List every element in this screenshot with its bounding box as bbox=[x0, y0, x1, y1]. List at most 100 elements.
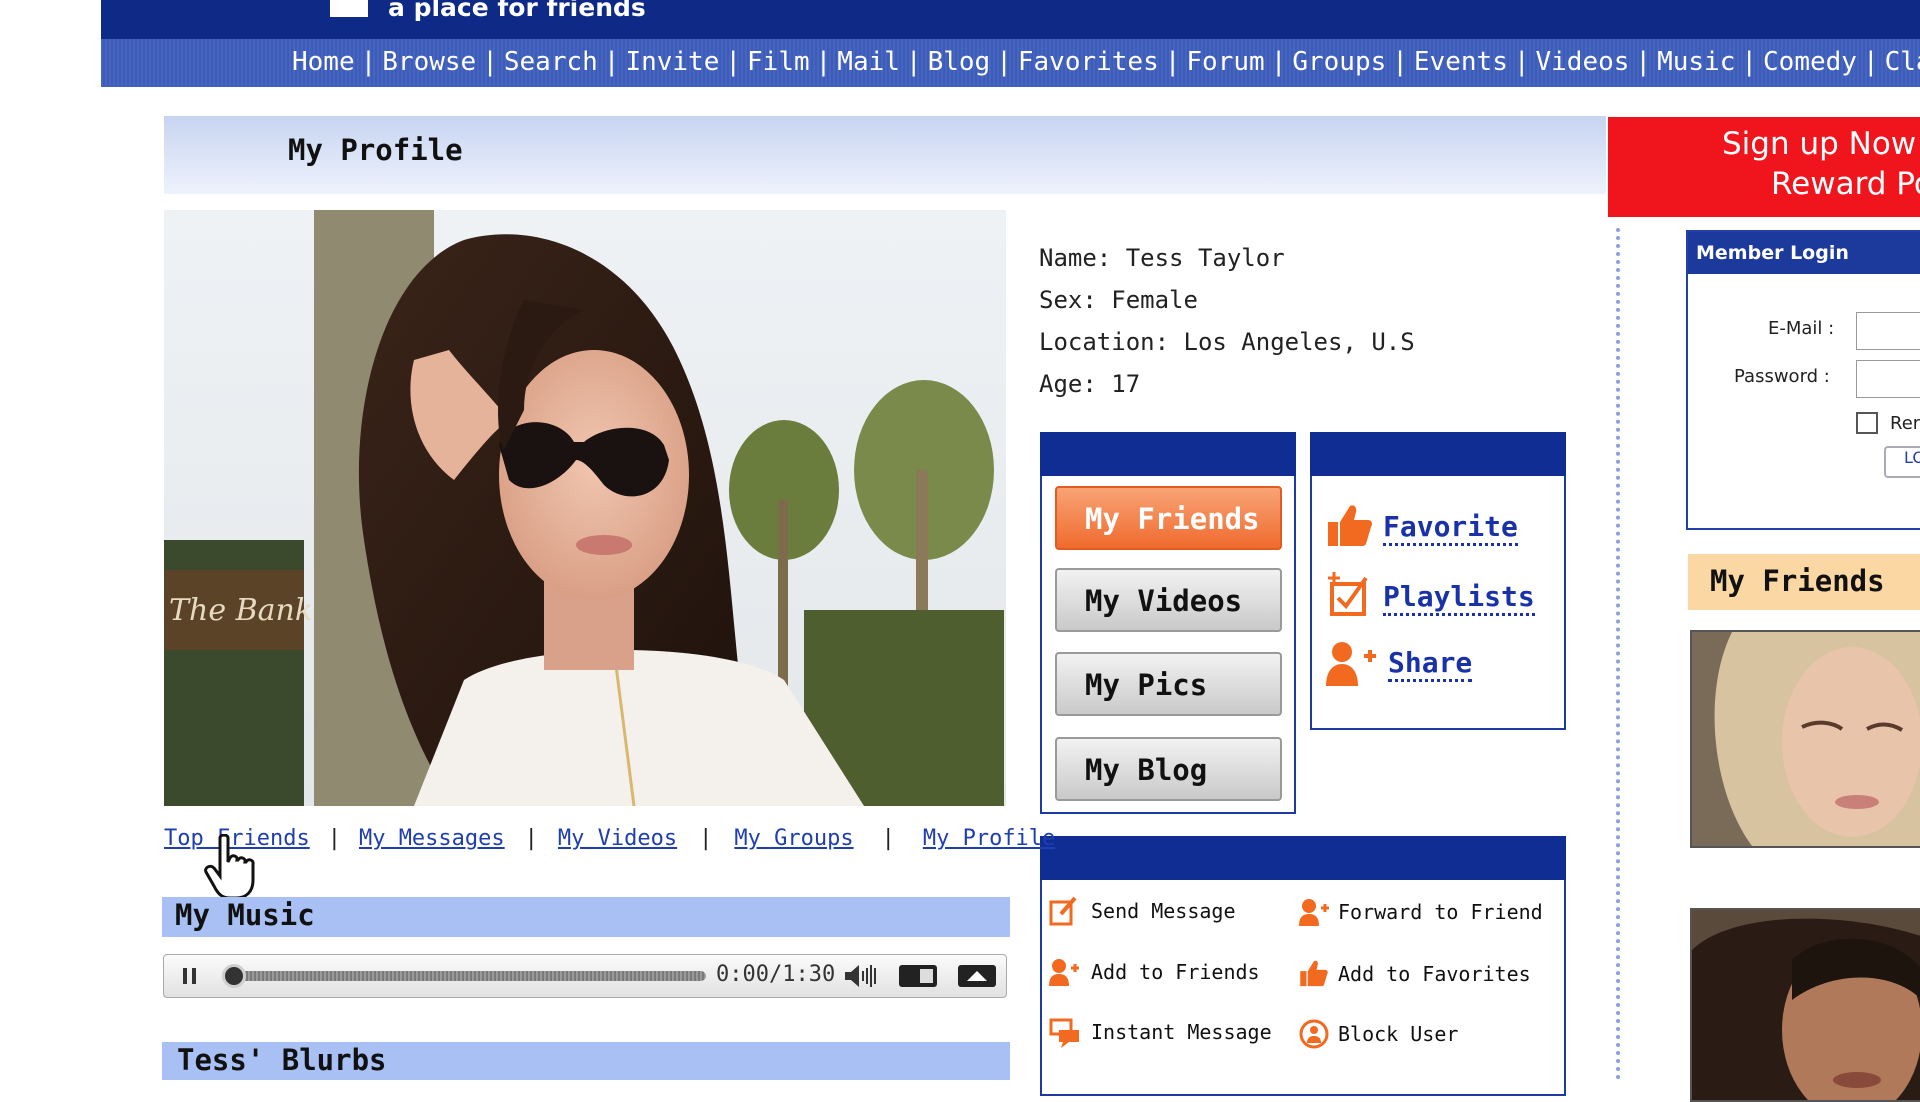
my-videos-button[interactable]: My Videos bbox=[1055, 568, 1282, 632]
expand-icon[interactable] bbox=[957, 964, 997, 988]
profile-name: Name: Tess Taylor bbox=[1039, 244, 1285, 272]
profile-nav-box-header bbox=[1040, 432, 1296, 476]
popout-icon[interactable] bbox=[898, 964, 938, 988]
nav-separator: | bbox=[603, 47, 620, 77]
add-friend-icon bbox=[1049, 959, 1079, 986]
playlists-link[interactable]: Playlists bbox=[1383, 580, 1535, 616]
password-field[interactable] bbox=[1856, 360, 1920, 398]
site-header bbox=[101, 0, 1920, 39]
nav-browse[interactable]: Browse bbox=[382, 47, 476, 77]
link-separator: | bbox=[699, 826, 713, 851]
site-tagline: a place for friends bbox=[388, 0, 646, 22]
forward-user-icon bbox=[1299, 899, 1329, 926]
nav-mail[interactable]: Mail bbox=[837, 47, 900, 77]
playlist-add-icon bbox=[1328, 572, 1368, 616]
block-user-link[interactable]: Block User bbox=[1338, 1022, 1458, 1046]
nav-separator: | bbox=[1392, 47, 1408, 77]
page-title: My Profile bbox=[288, 133, 463, 167]
send-message-link[interactable]: Send Message bbox=[1091, 899, 1236, 923]
profile-photo[interactable]: The Bank bbox=[164, 210, 1006, 806]
favorite-link[interactable]: Favorite bbox=[1383, 510, 1518, 546]
nav-videos[interactable]: Videos bbox=[1536, 47, 1630, 77]
my-music-title: My Music bbox=[175, 898, 315, 932]
add-user-icon bbox=[1326, 642, 1376, 686]
nav-separator: | bbox=[1862, 47, 1879, 77]
compose-icon bbox=[1049, 896, 1077, 926]
pause-icon bbox=[183, 968, 196, 984]
chat-bubble-icon bbox=[1049, 1018, 1079, 1048]
nav-separator: | bbox=[360, 47, 377, 77]
add-to-favorites-link[interactable]: Add to Favorites bbox=[1338, 962, 1531, 986]
remember-me-checkbox[interactable] bbox=[1856, 412, 1878, 434]
nav-music[interactable]: Music bbox=[1657, 47, 1735, 77]
seek-handle[interactable] bbox=[222, 964, 246, 988]
instant-message-link[interactable]: Instant Message bbox=[1091, 1020, 1272, 1044]
nav-separator: | bbox=[1741, 47, 1758, 77]
link-separator: | bbox=[881, 826, 895, 851]
photo-sign-text: The Bank bbox=[169, 593, 313, 628]
profile-sex: Sex: Female bbox=[1039, 286, 1198, 314]
my-videos-link[interactable]: My Videos bbox=[558, 826, 677, 851]
profile-location: Location: Los Angeles, U.S bbox=[1039, 328, 1415, 356]
column-divider bbox=[1616, 228, 1620, 1080]
nav-separator: | bbox=[1635, 47, 1652, 77]
nav-separator: | bbox=[996, 47, 1012, 77]
my-profile-link[interactable]: My Profile bbox=[923, 826, 1055, 851]
my-blog-button[interactable]: My Blog bbox=[1055, 737, 1282, 801]
thumbs-up-icon bbox=[1300, 960, 1328, 987]
volume-icon[interactable] bbox=[843, 962, 879, 990]
friend-photo bbox=[1692, 910, 1920, 1100]
my-pics-button[interactable]: My Pics bbox=[1055, 652, 1282, 716]
nav-separator: | bbox=[1513, 47, 1530, 77]
profile-sublinks: Top Friends | My Messages | My Videos | My Gro… bbox=[164, 826, 1055, 851]
signup-banner-line1: Sign up Now a bbox=[1722, 126, 1920, 162]
email-label: E-Mail : bbox=[1768, 318, 1835, 339]
link-separator: | bbox=[327, 826, 341, 851]
my-messages-link[interactable]: My Messages bbox=[359, 826, 505, 851]
friend-thumbnail[interactable] bbox=[1690, 630, 1920, 848]
friend-photo bbox=[1692, 632, 1920, 846]
my-groups-link[interactable]: My Groups bbox=[734, 826, 853, 851]
nav-home[interactable]: Home bbox=[292, 47, 355, 77]
nav-search[interactable]: Search bbox=[504, 47, 598, 77]
time-readout: 0:00/1:30 bbox=[716, 962, 836, 987]
password-label: Password : bbox=[1734, 366, 1830, 387]
nav-separator: | bbox=[1270, 47, 1287, 77]
profile-photo-image: The Bank bbox=[164, 210, 1006, 806]
nav-invite[interactable]: Invite bbox=[625, 47, 719, 77]
friend-thumbnail[interactable] bbox=[1690, 908, 1920, 1102]
quick-actions-box-header bbox=[1310, 432, 1566, 476]
contact-actions-box-header bbox=[1040, 836, 1566, 880]
nav-film[interactable]: Film bbox=[747, 47, 810, 77]
pause-button[interactable] bbox=[180, 964, 200, 988]
block-user-icon bbox=[1299, 1019, 1329, 1049]
nav-separator: | bbox=[725, 47, 742, 77]
nav-blog[interactable]: Blog bbox=[928, 47, 991, 77]
nav-favorites[interactable]: Favorites bbox=[1018, 47, 1159, 77]
hand-cursor-icon bbox=[204, 834, 255, 900]
nav-separator: | bbox=[482, 47, 498, 77]
nav-separator: | bbox=[815, 47, 832, 77]
my-friends-button[interactable]: My Friends bbox=[1055, 486, 1282, 550]
nav-groups[interactable]: Groups bbox=[1292, 47, 1386, 77]
nav-separator: | bbox=[905, 47, 922, 77]
thumbs-up-icon bbox=[1328, 505, 1372, 546]
nav-events[interactable]: Events bbox=[1414, 47, 1508, 77]
signup-banner-line2: Reward Po bbox=[1771, 166, 1920, 202]
login-button[interactable]: LO bbox=[1884, 446, 1920, 478]
email-field[interactable] bbox=[1856, 312, 1920, 350]
seek-bar[interactable] bbox=[226, 971, 706, 981]
add-to-friends-link[interactable]: Add to Friends bbox=[1091, 960, 1260, 984]
remember-me-label: Rer bbox=[1890, 413, 1920, 434]
nav-forum[interactable]: Forum bbox=[1186, 47, 1264, 77]
right-friends-title: My Friends bbox=[1710, 564, 1885, 598]
share-link[interactable]: Share bbox=[1388, 646, 1473, 682]
blurbs-title: Tess' Blurbs bbox=[177, 1043, 387, 1077]
member-login-title: Member Login bbox=[1696, 242, 1849, 264]
site-logo[interactable] bbox=[330, 0, 368, 17]
main-nav: Home | Browse | Search | Invite | Film | Mail | Blog… bbox=[292, 47, 1920, 77]
link-separator: | bbox=[524, 826, 538, 851]
forward-to-friend-link[interactable]: Forward to Friend bbox=[1338, 900, 1543, 924]
nav-comedy[interactable]: Comedy bbox=[1763, 47, 1857, 77]
nav-classifieds[interactable]: Clas bbox=[1885, 47, 1920, 77]
